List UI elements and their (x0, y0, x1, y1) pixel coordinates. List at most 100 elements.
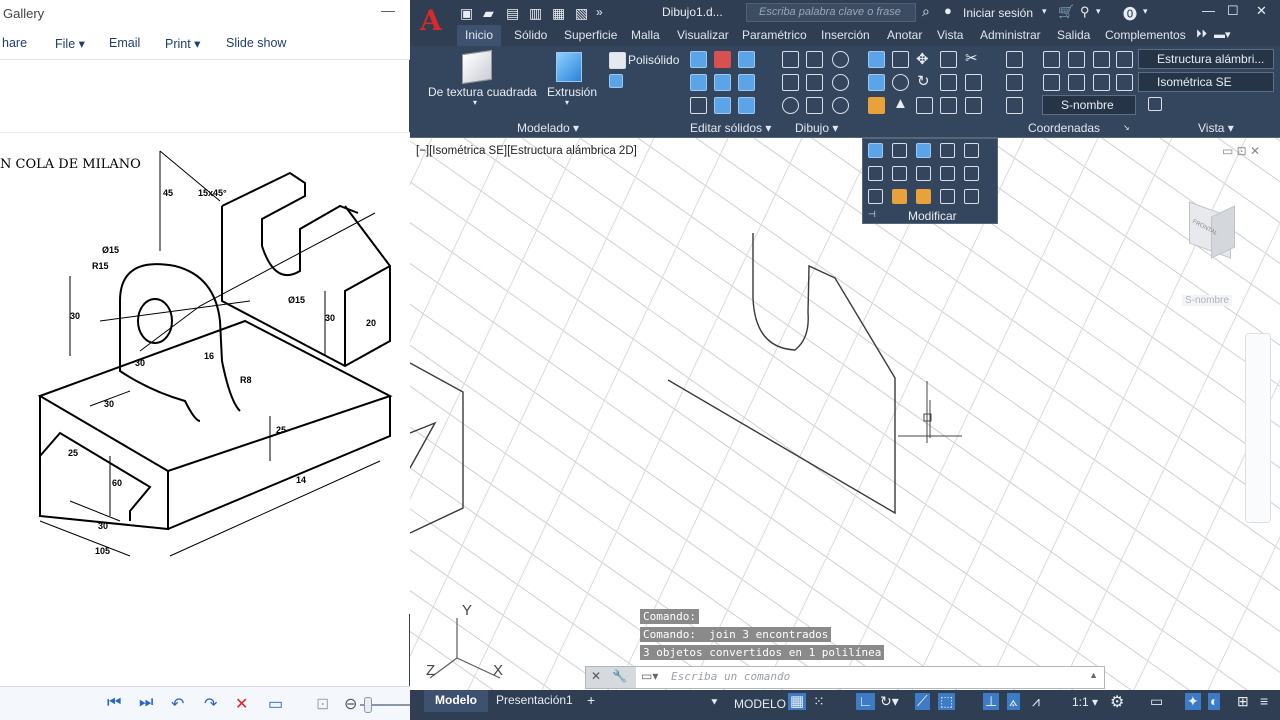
coords-launcher-icon[interactable]: ↘ (1123, 123, 1130, 132)
extrude-icon[interactable] (556, 52, 582, 82)
polar-icon[interactable]: ↻▾ (880, 693, 899, 710)
modify-tool-5-icon[interactable] (964, 143, 979, 158)
zoom-out-icon[interactable]: ⊖ (344, 694, 357, 714)
panel-toggle-icon[interactable]: ▬▾ (1214, 28, 1231, 41)
ucs-x-icon[interactable] (1006, 74, 1023, 91)
modify-tool-11-icon[interactable] (868, 189, 883, 204)
window-minimize-button[interactable]: — (1202, 3, 1215, 18)
menu-slideshow[interactable]: Slide show (226, 36, 286, 50)
fillet-icon[interactable] (965, 74, 982, 91)
print-icon[interactable]: ▧ (575, 5, 588, 22)
tab-layout1[interactable]: Presentación1 (496, 693, 573, 707)
modify-tool-7-icon[interactable] (892, 166, 907, 181)
tab-parametrico[interactable]: Paramétrico (742, 28, 807, 42)
3dpolyline-icon[interactable] (806, 51, 823, 68)
window-maximize-button[interactable]: ☐ (1227, 3, 1239, 19)
more-tools-icon[interactable]: » (596, 5, 603, 19)
delete-icon[interactable]: ✕ (235, 694, 248, 714)
annotation-scale[interactable]: 1:1 ▾ (1072, 695, 1098, 709)
fit-icon[interactable]: ⊡ (316, 694, 329, 714)
presspull-icon[interactable] (609, 74, 623, 88)
move-icon[interactable]: ✥ (916, 50, 929, 68)
stretch-icon[interactable] (940, 74, 957, 91)
polygon-icon[interactable] (782, 97, 799, 114)
autoscale-icon[interactable]: ⩘ (1032, 693, 1040, 710)
menu-print[interactable]: Print ▾ (165, 36, 200, 51)
save-as-icon[interactable]: ▥ (529, 5, 542, 22)
ucs-icon[interactable] (1006, 51, 1023, 68)
annotation-visibility-icon[interactable]: ⟑ (1007, 693, 1020, 710)
ortho-icon[interactable]: ∟ (856, 693, 875, 710)
annotation-monitor-icon[interactable]: ▭ (1150, 693, 1163, 710)
tab-insercion[interactable]: Inserción (821, 28, 870, 42)
sign-in-link[interactable]: Iniciar sesión (963, 6, 1033, 20)
erase-icon[interactable] (868, 97, 885, 114)
tab-complementos[interactable]: Complementos (1105, 28, 1186, 42)
help-dropdown-icon[interactable]: ▾ (1143, 6, 1148, 17)
command-input[interactable]: Escriba un comando (671, 670, 790, 683)
snap-icon[interactable]: ⁙ (813, 693, 825, 710)
drawing-viewport[interactable]: [−][Isométrica SE][Estructura alámbrica … (410, 138, 1280, 690)
modify-tool-10-icon[interactable] (964, 166, 979, 181)
save-icon[interactable]: ▤ (506, 5, 519, 22)
panel-modificar[interactable]: Modificar (908, 209, 957, 223)
circle-icon[interactable] (832, 74, 849, 91)
tab-malla[interactable]: Malla (631, 28, 660, 42)
command-history-toggle-icon[interactable]: ▲ (1089, 670, 1098, 680)
polyline-icon[interactable] (782, 51, 799, 68)
viewcube-ucs-menu[interactable]: S-nombre (1182, 295, 1232, 306)
rect-array-icon[interactable] (965, 97, 982, 114)
add-layout-icon[interactable]: + (587, 692, 595, 708)
tab-salida[interactable]: Salida (1057, 28, 1090, 42)
customize-icon[interactable]: ≡ (1260, 693, 1268, 709)
rotate-right-icon[interactable]: ↷ (204, 694, 217, 714)
ucs-zaxis-icon[interactable] (1093, 51, 1110, 68)
isodraft-icon[interactable]: ⟋ (915, 693, 930, 710)
offset-edge-icon[interactable] (738, 74, 755, 91)
workspace-gear-icon[interactable]: ⚙ (1110, 692, 1124, 712)
modify-tool-3-icon[interactable] (916, 143, 931, 158)
zoom-slider-thumb[interactable] (364, 697, 372, 713)
separate-icon[interactable] (738, 97, 755, 114)
navigation-bar[interactable] (1245, 333, 1271, 523)
modify-tool-12-icon[interactable] (892, 189, 907, 204)
rotate-left-icon[interactable]: ↶ (171, 694, 184, 714)
rotate-icon[interactable]: ↻ (917, 72, 930, 90)
ucs-3point-icon[interactable] (1116, 51, 1133, 68)
more-tabs-icon[interactable]: ⏵⏵ (1196, 28, 1207, 41)
command-close-icon[interactable]: ✕ (591, 669, 601, 683)
ucs-z-icon[interactable] (1068, 74, 1085, 91)
viewport-config-icon[interactable] (1148, 97, 1162, 111)
scale-icon[interactable] (916, 97, 933, 114)
shell-icon[interactable] (714, 97, 731, 114)
tab-superficie[interactable]: Superficie (564, 28, 617, 42)
osnap-icon[interactable]: ⬚ (938, 693, 956, 710)
modify-tool-8-icon[interactable] (916, 166, 931, 181)
pin-icon[interactable]: ⊣ (868, 209, 876, 220)
exchange-dropdown-icon[interactable]: ▾ (1096, 6, 1101, 17)
modify-tool-15-icon[interactable] (964, 189, 979, 204)
arc-icon[interactable] (832, 51, 849, 68)
panel-dibujo[interactable]: Dibujo ▾ (795, 121, 838, 135)
exchange-icon[interactable]: ⚲ (1080, 4, 1090, 20)
extract-edges-icon[interactable] (714, 74, 731, 91)
ucs-object-icon[interactable] (1116, 74, 1133, 91)
modify-tool-14-icon[interactable] (940, 189, 955, 204)
new-file-icon[interactable]: ▣ (460, 5, 473, 22)
status-menu-icon[interactable]: ⯆ (710, 697, 719, 710)
subtract-icon[interactable] (714, 51, 731, 68)
modify-tool-6-icon[interactable] (868, 166, 883, 181)
extrude-button[interactable]: Extrusión (547, 85, 597, 99)
menu-share[interactable]: hare (2, 36, 27, 50)
plot-icon[interactable]: ▦ (552, 5, 565, 22)
polysolid-button[interactable]: Polisólido (628, 53, 679, 67)
fillet-edge-icon[interactable] (690, 97, 707, 114)
modify-tool-13-icon[interactable] (916, 189, 931, 204)
cart-icon[interactable]: 🛒 (1058, 4, 1074, 20)
ucs-dynamic-icon[interactable]: ⊥ (983, 693, 1000, 710)
mirror-icon[interactable] (868, 51, 885, 68)
open-file-icon[interactable]: ▰ (483, 5, 494, 22)
rotate3d-icon[interactable] (868, 74, 885, 91)
panel-editar-solidos[interactable]: Editar sólidos ▾ (690, 121, 771, 135)
command-line[interactable]: ✕ 🔧 ▭▾ Escriba un comando ▲ (585, 666, 1105, 689)
